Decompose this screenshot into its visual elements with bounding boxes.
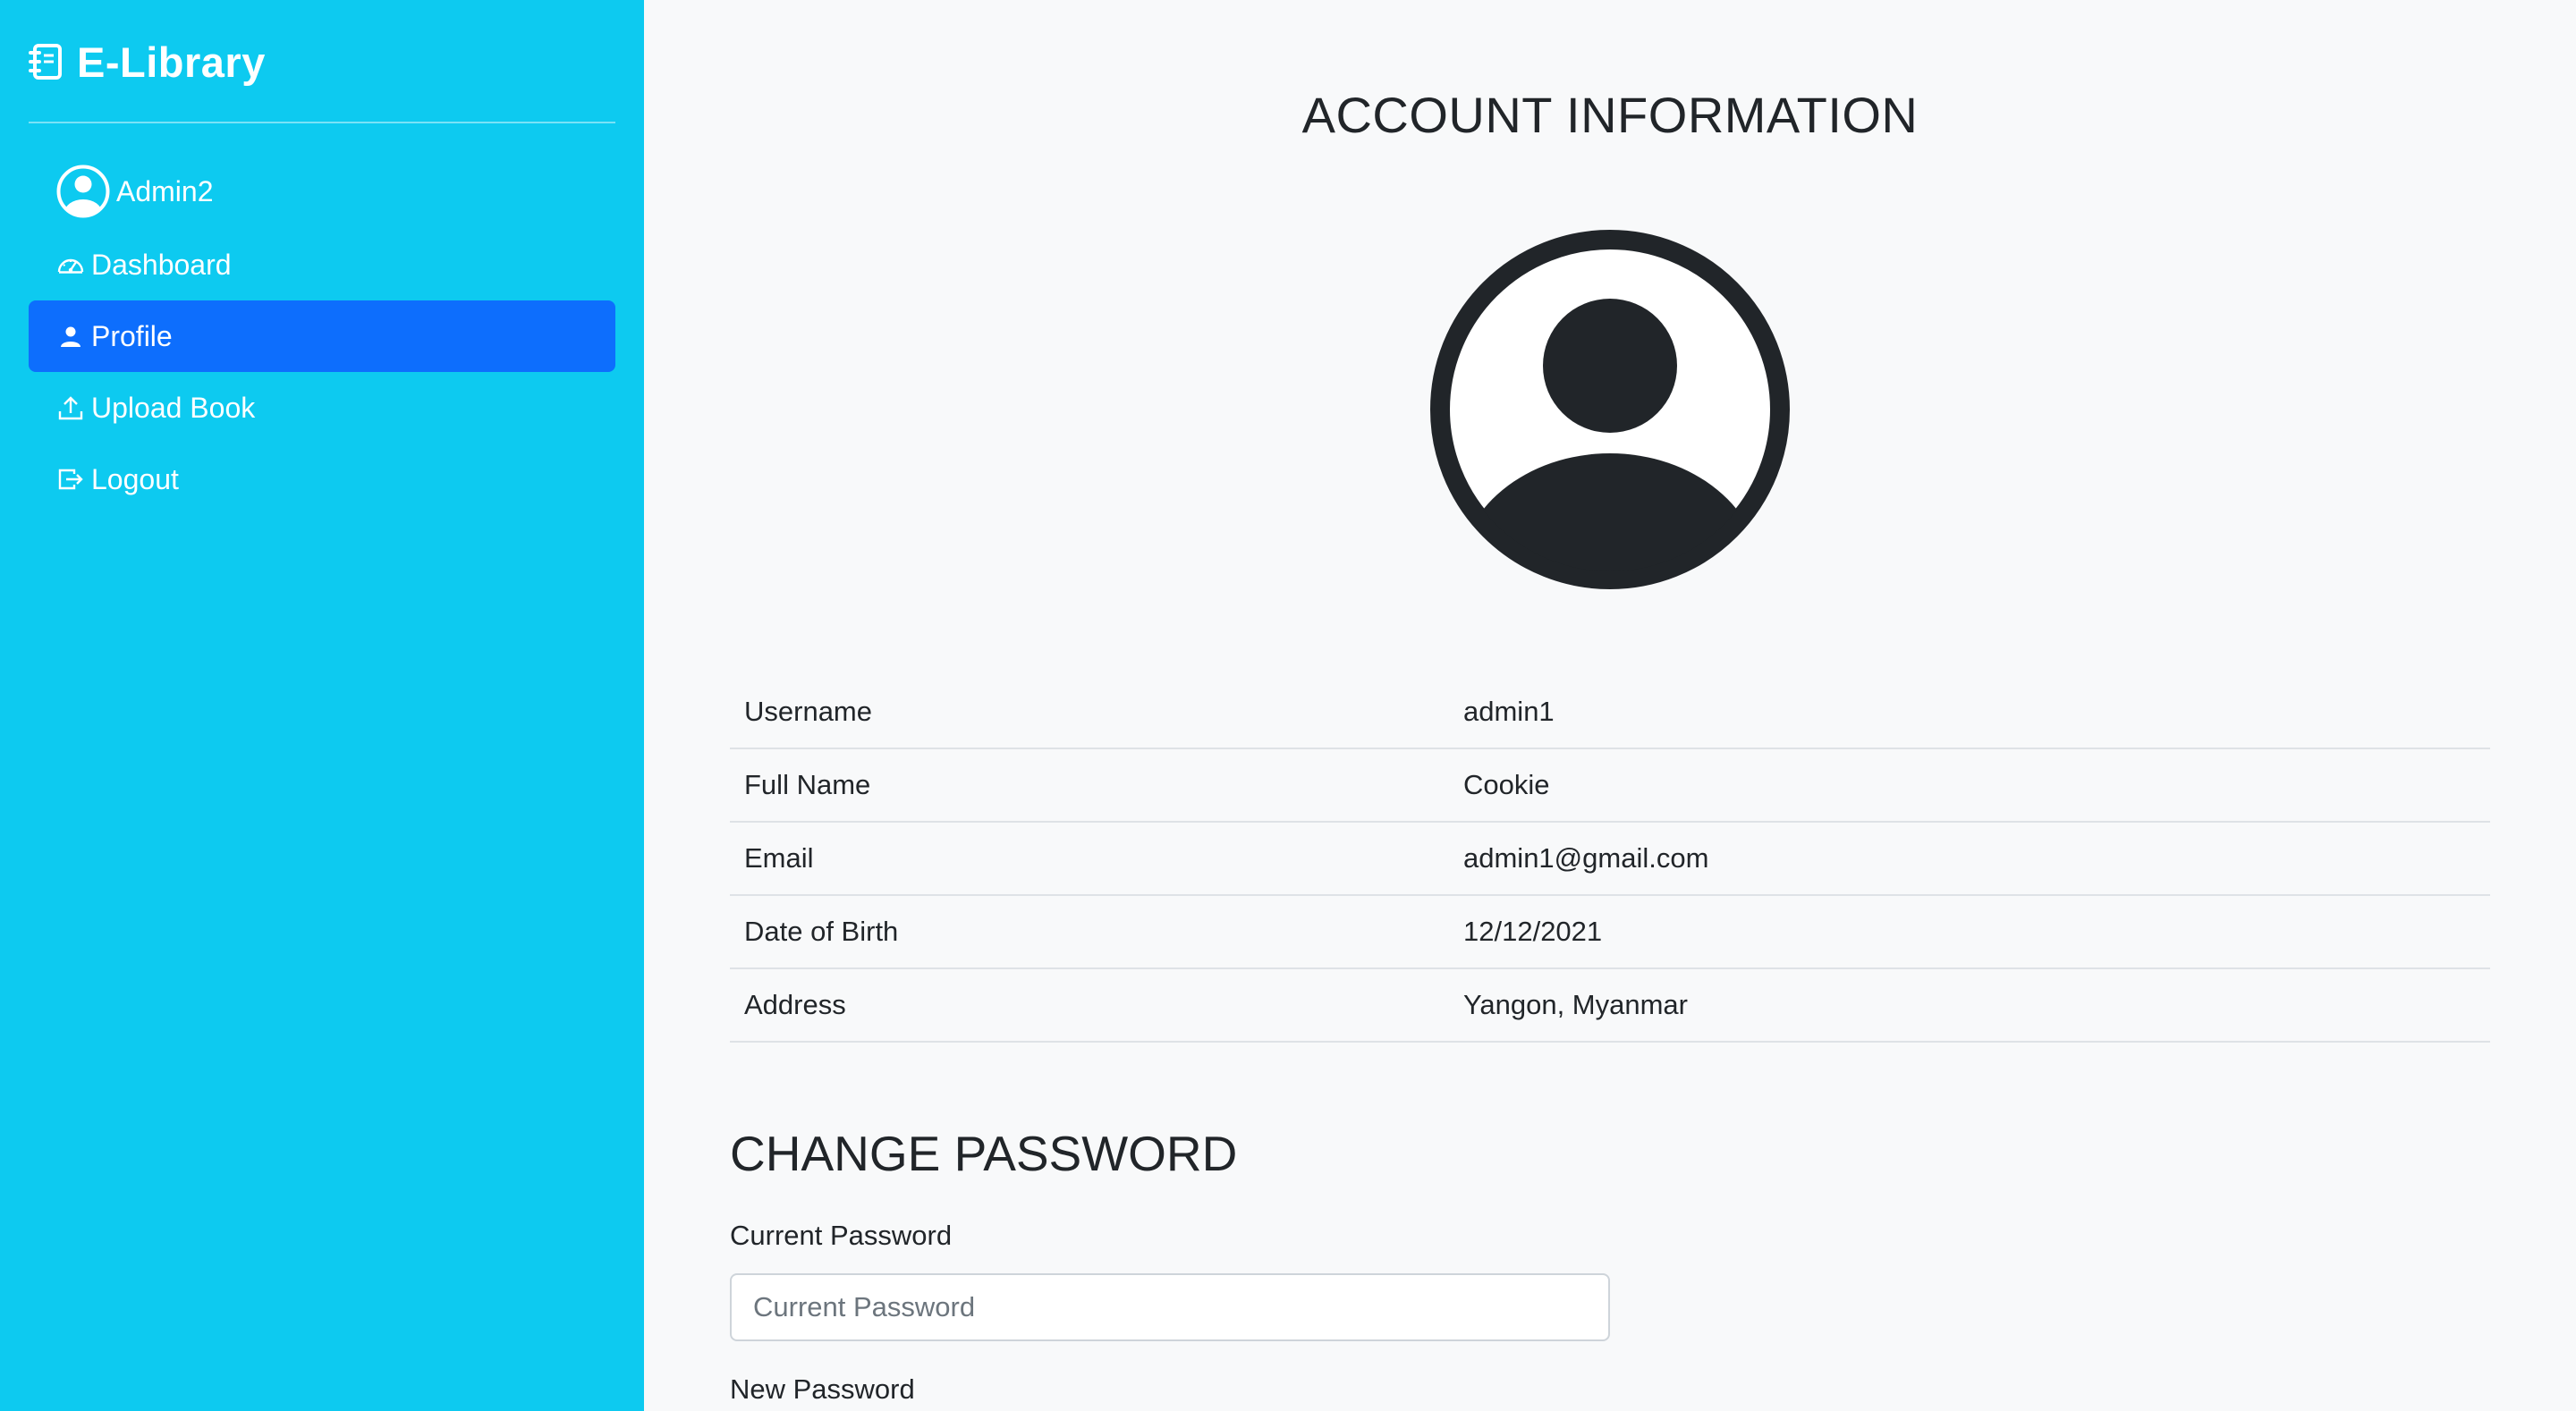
info-value: Yangon, Myanmar xyxy=(1463,989,1688,1020)
account-info-table: Username admin1 Full Name Cookie Email a… xyxy=(730,676,2490,1043)
brand-name: E-Library xyxy=(77,38,266,86)
table-row: Date of Birth 12/12/2021 xyxy=(730,896,2490,969)
info-value: Cookie xyxy=(1463,769,1550,800)
sidebar: E-Library Admin2 Dashboard Profile Uploa… xyxy=(0,0,644,1411)
table-row: Email admin1@gmail.com xyxy=(730,823,2490,896)
info-label: Address xyxy=(744,989,846,1020)
person-circle-icon xyxy=(55,164,111,219)
current-password-input[interactable] xyxy=(730,1273,1610,1341)
table-row: Username admin1 xyxy=(730,676,2490,749)
change-password-title: CHANGE PASSWORD xyxy=(730,1126,1238,1181)
info-value: admin1 xyxy=(1463,696,1555,727)
profile-avatar-icon xyxy=(1430,230,1790,589)
sidebar-user[interactable]: Admin2 xyxy=(29,157,615,225)
info-label: Date of Birth xyxy=(744,916,899,947)
current-password-label: Current Password xyxy=(730,1220,953,1251)
sidebar-item-upload-book[interactable]: Upload Book xyxy=(29,372,615,444)
sidebar-item-dashboard[interactable]: Dashboard xyxy=(29,229,615,300)
page-title: ACCOUNT INFORMATION xyxy=(1301,87,1919,143)
info-value: admin1@gmail.com xyxy=(1463,842,1709,874)
sidebar-item-label: Upload Book xyxy=(91,391,256,424)
info-label: Full Name xyxy=(744,769,871,800)
sidebar-item-profile[interactable]: Profile xyxy=(29,300,615,372)
sidebar-user-name: Admin2 xyxy=(116,174,214,207)
main-content: ACCOUNT INFORMATION Username admin1 Full… xyxy=(644,0,2576,1411)
sidebar-nav: Admin2 Dashboard Profile Upload Book Log… xyxy=(29,157,615,515)
sidebar-item-logout[interactable]: Logout xyxy=(29,444,615,515)
brand[interactable]: E-Library xyxy=(29,38,266,86)
sidebar-divider xyxy=(29,122,615,123)
speedometer-icon xyxy=(55,249,86,280)
info-label: Email xyxy=(744,842,814,874)
person-icon xyxy=(55,321,86,351)
sidebar-item-label: Logout xyxy=(91,462,179,495)
sidebar-item-label: Dashboard xyxy=(91,248,232,281)
table-row: Full Name Cookie xyxy=(730,749,2490,823)
logout-icon xyxy=(55,464,86,494)
info-label: Username xyxy=(744,696,872,727)
new-password-label: New Password xyxy=(730,1373,915,1405)
info-value: 12/12/2021 xyxy=(1463,916,1603,947)
book-icon xyxy=(29,43,63,80)
sidebar-item-label: Profile xyxy=(91,319,173,352)
table-row: Address Yangon, Myanmar xyxy=(730,969,2490,1043)
upload-icon xyxy=(55,393,86,423)
